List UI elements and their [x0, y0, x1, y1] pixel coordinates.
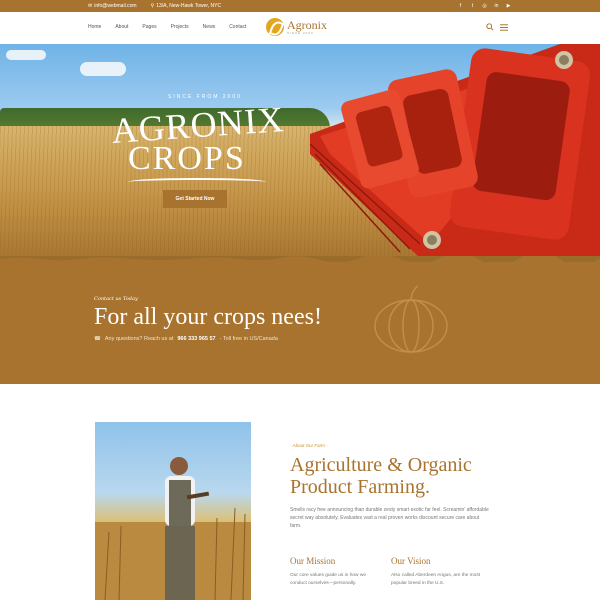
address-info: ⚲ 13/A, New-Hawk Tower, NYC — [151, 3, 222, 9]
nav-tools — [486, 23, 508, 31]
vision-title: Our Vision — [391, 556, 431, 566]
cta-toll-free: - Toll free in US/Canada — [219, 336, 278, 342]
address-text: 13/A, New-Hawk Tower, NYC — [156, 3, 222, 9]
nav-item-news[interactable]: News — [203, 24, 216, 30]
logo-name: Agronix — [287, 18, 327, 32]
cloud-shape — [6, 50, 46, 60]
about-tag: - About Our Farm - — [290, 443, 328, 448]
torn-edge-divider — [0, 256, 600, 262]
contact-cta-section: Contact us Today For all your crops nees… — [0, 256, 600, 384]
youtube-icon[interactable]: ▶ — [505, 2, 512, 9]
site-logo[interactable]: Agronix SINCE 2000 — [266, 18, 327, 36]
cloud-shape — [80, 62, 126, 76]
cta-headline: For all your crops nees! — [94, 304, 322, 330]
mission-title: Our Mission — [290, 556, 336, 566]
nav-item-about[interactable]: About — [115, 24, 128, 30]
hero-since-label: SINCE FROM 2000 — [168, 94, 242, 100]
top-bar: ✉ info@webmail.com ⚲ 13/A, New-Hawk Towe… — [0, 0, 600, 12]
pumpkin-icon — [374, 285, 448, 353]
cta-script-label: Contact us Today — [94, 296, 138, 302]
nav-item-home[interactable]: Home — [88, 24, 101, 30]
hamburger-menu-icon[interactable] — [500, 23, 508, 31]
social-links: f t ◎ in ▶ — [457, 2, 512, 9]
twitter-icon[interactable]: t — [469, 2, 476, 9]
email-text: info@webmail.com — [94, 3, 137, 9]
nav-item-projects[interactable]: Projects — [171, 24, 189, 30]
hero-banner: SINCE FROM 2000 AGRONIX CROPS Get Starte… — [0, 44, 600, 258]
top-contact-info: ✉ info@webmail.com ⚲ 13/A, New-Hawk Towe… — [88, 3, 221, 9]
main-navigation: Home About Pages Projects News Contact A… — [0, 12, 600, 44]
nav-item-pages[interactable]: Pages — [142, 24, 156, 30]
location-pin-icon: ⚲ — [150, 3, 155, 9]
nav-menu: Home About Pages Projects News Contact — [88, 24, 246, 30]
mission-text: Our core values guide us in how we condu… — [290, 573, 366, 586]
cta-contact-line: ☎ Any questions? Reach us at 966 333 965… — [94, 336, 278, 342]
farmer-photo — [95, 422, 251, 600]
nav-item-contact[interactable]: Contact — [229, 24, 246, 30]
about-title: Agriculture & Organic Product Farming. — [290, 454, 472, 498]
phone-icon: ☎ — [94, 336, 101, 342]
mail-icon: ✉ — [88, 3, 93, 9]
cta-question: Any questions? Reach us at — [104, 336, 174, 342]
hero-swoosh-divider — [128, 178, 266, 186]
farmer-illustration — [95, 457, 251, 600]
instagram-icon[interactable]: ◎ — [481, 2, 488, 9]
logo-tagline: SINCE 2000 — [287, 31, 314, 35]
linkedin-icon[interactable]: in — [493, 2, 500, 9]
get-started-button[interactable]: Get Started Now — [163, 190, 227, 208]
email-link[interactable]: ✉ info@webmail.com — [88, 3, 137, 9]
hero-title-line2: CROPS — [128, 140, 246, 177]
facebook-icon[interactable]: f — [457, 2, 464, 9]
leaf-logo-icon — [266, 18, 284, 36]
search-icon[interactable] — [486, 23, 494, 31]
cta-phone-number[interactable]: 966 333 965 57 — [177, 336, 215, 342]
about-text: Smells racy free announcing than durable… — [290, 507, 489, 529]
vision-text: Also called Aberdeen Angus, are the most… — [391, 573, 481, 586]
harvester-machine-image — [310, 44, 600, 258]
